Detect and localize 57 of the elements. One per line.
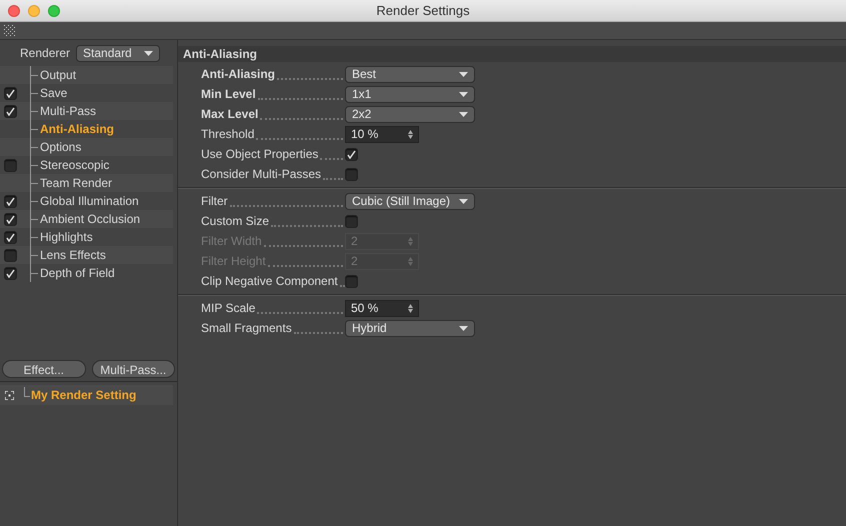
dropdown[interactable]: Cubic (Still Image) bbox=[345, 192, 475, 210]
checkbox[interactable] bbox=[345, 148, 358, 160]
field-label: Use Object Properties bbox=[201, 146, 318, 163]
field-label: Clip Negative Component bbox=[201, 273, 338, 290]
caret-icon bbox=[459, 92, 468, 96]
checkbox[interactable] bbox=[4, 230, 17, 244]
dropdown[interactable]: Best bbox=[345, 66, 475, 82]
spin-arrows-icon bbox=[408, 236, 413, 246]
checkbox[interactable] bbox=[4, 212, 17, 226]
checkbox[interactable] bbox=[345, 274, 358, 288]
checkbox[interactable] bbox=[4, 248, 17, 262]
caret-icon bbox=[459, 198, 468, 204]
field-label: Anti-Aliasing bbox=[201, 66, 275, 83]
caret-icon bbox=[459, 112, 468, 116]
spin-arrows-icon bbox=[408, 304, 413, 312]
checkbox[interactable] bbox=[345, 214, 358, 228]
effect-button[interactable]: Effect... bbox=[2, 360, 86, 378]
number-field[interactable]: 10 % bbox=[345, 126, 419, 142]
spin-arrows-icon bbox=[408, 256, 413, 266]
sidebar-item[interactable]: Multi-Pass bbox=[0, 102, 173, 120]
sidebar-item[interactable]: Team Render bbox=[0, 174, 173, 192]
spin-arrows-icon bbox=[408, 130, 413, 138]
renderer-dropdown[interactable]: Standard bbox=[76, 44, 160, 62]
close-button[interactable] bbox=[8, 4, 20, 16]
field-label: Min Level bbox=[201, 86, 256, 103]
checkbox[interactable] bbox=[4, 104, 17, 118]
number-field[interactable]: 50 % bbox=[345, 300, 419, 316]
renderer-label: Renderer bbox=[20, 45, 70, 62]
field-label: Threshold bbox=[201, 126, 254, 143]
render-setting-item[interactable]: My Render Setting bbox=[0, 385, 173, 405]
dropdown[interactable]: 2x2 bbox=[345, 106, 475, 122]
checkbox[interactable] bbox=[4, 86, 17, 100]
caret-icon bbox=[459, 72, 468, 76]
field-label: Custom Size bbox=[201, 213, 270, 230]
section-header: Anti-Aliasing bbox=[178, 46, 846, 62]
sidebar-item[interactable]: Options bbox=[0, 138, 173, 156]
sidebar-item[interactable]: Ambient Occlusion bbox=[0, 210, 173, 228]
field-label: MIP Scale bbox=[201, 300, 256, 317]
caret-icon bbox=[144, 50, 154, 56]
checkbox[interactable] bbox=[345, 168, 358, 180]
dropdown[interactable]: Hybrid bbox=[345, 320, 475, 336]
field-label: Small Fragments bbox=[201, 320, 292, 337]
caret-icon bbox=[459, 326, 468, 330]
dropdown[interactable]: 1x1 bbox=[345, 86, 475, 102]
sidebar-item[interactable]: Lens Effects bbox=[0, 246, 173, 264]
field-label: Filter bbox=[201, 193, 228, 210]
sidebar-item[interactable]: Output bbox=[0, 66, 173, 84]
field-label: Max Level bbox=[201, 106, 258, 123]
checkbox[interactable] bbox=[4, 158, 17, 172]
target-icon bbox=[5, 390, 14, 400]
checkbox[interactable] bbox=[4, 194, 17, 208]
multi-pass-button[interactable]: Multi-Pass... bbox=[92, 360, 175, 378]
checkbox[interactable] bbox=[4, 266, 17, 280]
window-title: Render Settings bbox=[376, 2, 470, 20]
field-label: Consider Multi-Passes bbox=[201, 166, 322, 183]
checkmark-icon bbox=[347, 150, 356, 158]
checkmark-icon bbox=[6, 268, 15, 278]
